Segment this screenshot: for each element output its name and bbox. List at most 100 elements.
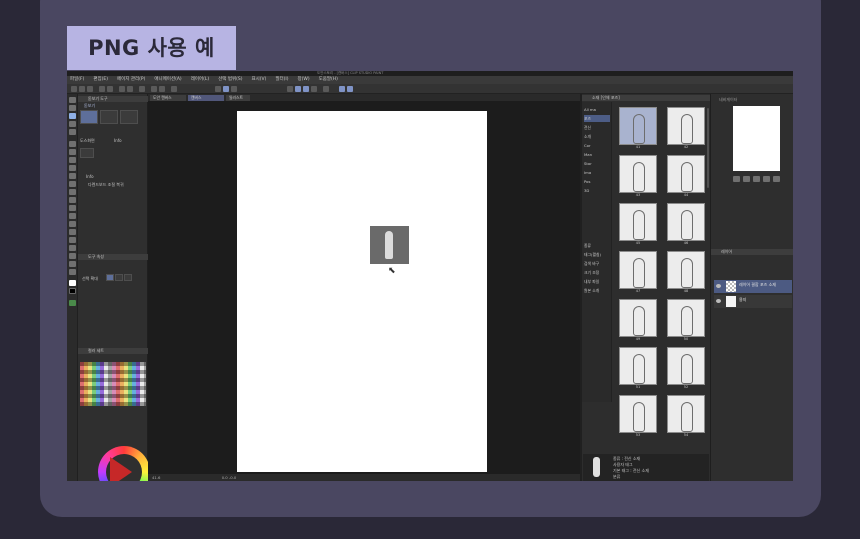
eye-icon[interactable] [716,284,721,288]
save-icon[interactable] [87,86,93,92]
flip-icon[interactable] [773,176,780,182]
navigator-thumbnail[interactable] [733,106,780,171]
menu-edit[interactable]: 편집(E) [93,76,108,84]
zoom-fit-option[interactable] [124,274,132,281]
tree-item[interactable]: 3D [584,187,589,194]
menu-animation[interactable]: 애니메이션(A) [154,76,181,84]
menu-select[interactable]: 선택 범위(S) [218,76,242,84]
pen-tool-icon[interactable] [69,149,76,155]
tree-item[interactable]: Ima [584,169,591,176]
figure-tool-icon[interactable] [69,221,76,227]
grid-snap-icon[interactable] [231,86,237,92]
operation-tool-icon[interactable] [69,113,76,119]
sub-color-swatch[interactable] [69,288,76,294]
move-tool-icon[interactable] [69,105,76,111]
material-cell[interactable]: 54 [667,395,705,437]
clear-icon[interactable] [119,86,125,92]
prop-item[interactable]: 태그(펼침) [584,251,601,258]
menu-filter[interactable]: 필터(I) [275,76,288,84]
layer-row[interactable]: 레이어 결합 포즈 소재 [714,280,792,293]
tree-item[interactable]: 소개 [584,133,591,140]
color-palette[interactable] [80,362,146,406]
menu-view[interactable]: 표시(V) [252,76,267,84]
main-color-swatch[interactable] [69,280,76,286]
brush-tool-icon[interactable] [69,165,76,171]
fill-tool-icon[interactable] [69,205,76,211]
gradient-tool-icon[interactable] [69,213,76,219]
tab-canvas-2[interactable]: 캔버스 [188,95,224,101]
material-cell[interactable]: 49 [619,299,657,341]
layer-row[interactable]: 용지 [714,295,792,308]
subtool-scroll[interactable] [100,110,118,124]
pencil-tool-icon[interactable] [69,157,76,163]
menu-page[interactable]: 페이지 관리(P) [117,76,145,84]
color-ref-icon[interactable] [347,86,353,92]
tab-canvas-3[interactable]: 일러스트 [226,95,250,101]
transparent-color-icon[interactable] [69,300,76,306]
edit-icon[interactable] [287,86,293,92]
material-cell[interactable]: 48 [667,251,705,293]
magic-wand-icon[interactable] [69,129,76,135]
zoom-in-icon[interactable] [743,176,750,182]
tree-item[interactable]: Pos [584,178,590,185]
subtool-option[interactable] [80,148,94,158]
menu-help[interactable]: 도움말(H) [319,76,338,84]
subtool-zoom[interactable] [80,110,98,124]
open-icon[interactable] [79,86,85,92]
material-cell[interactable]: 50 [667,299,705,341]
balloon-tool-icon[interactable] [69,253,76,259]
tree-item[interactable]: Cor [584,142,591,149]
eraser-mode-icon[interactable] [311,86,317,92]
layer-ref-icon[interactable] [323,86,329,92]
zoom-tool-icon[interactable] [69,97,76,103]
material-cell[interactable]: 53 [619,395,657,437]
prop-item[interactable]: 원본 소개 [584,287,599,294]
material-cell[interactable]: 45 [619,203,657,245]
invert-icon[interactable] [159,86,165,92]
crop-icon[interactable] [171,86,177,92]
ruler-snap-icon[interactable] [223,86,229,92]
menu-layer[interactable]: 레이어(L) [191,76,209,84]
tab-canvas-1[interactable]: 도안 캔버스 [150,95,186,101]
material-cell[interactable]: 42 [667,107,705,149]
decoration-tool-icon[interactable] [69,181,76,187]
undo-icon[interactable] [99,86,105,92]
zoom-in-option[interactable] [106,274,114,281]
tree-item[interactable]: 포즈 [584,115,610,122]
frame-tool-icon[interactable] [69,229,76,235]
blend-tool-icon[interactable] [69,197,76,203]
brush-mode-icon[interactable] [303,86,309,92]
zoom-out-option[interactable] [115,274,123,281]
color-triangle[interactable] [110,457,132,481]
fit-icon[interactable] [753,176,760,182]
fill-icon[interactable] [127,86,133,92]
line-correct-icon[interactable] [69,261,76,267]
material-cell[interactable]: 47 [619,251,657,293]
new-icon[interactable] [71,86,77,92]
material-cell[interactable]: 46 [667,203,705,245]
redo-icon[interactable] [107,86,113,92]
snap-icon[interactable] [215,86,221,92]
material-cell[interactable]: 52 [667,347,705,389]
select-tool-icon[interactable] [69,121,76,127]
material-scrollbar[interactable] [707,108,709,188]
ruler-tool-icon[interactable] [69,237,76,243]
eraser-tool-icon[interactable] [69,189,76,195]
material-cell[interactable]: 44 [667,155,705,197]
tree-item[interactable]: Stor [584,160,592,167]
transform-icon[interactable] [139,86,145,92]
subtool-rotate[interactable] [120,110,138,124]
canvas-paper[interactable]: ⬉ [237,111,487,472]
material-cell[interactable]: 41 [619,107,657,149]
subtool-text-4[interactable]: 다렌드보드 조절 복귀 [88,182,124,188]
rotate-icon[interactable] [763,176,770,182]
zoom-out-icon[interactable] [733,176,740,182]
prop-item[interactable]: 검색 바구 [584,260,599,267]
deselect-icon[interactable] [151,86,157,92]
material-cell[interactable]: 43 [619,155,657,197]
text-tool-icon[interactable] [69,245,76,251]
eye-icon[interactable] [716,299,721,303]
tree-item[interactable]: All ma [584,106,596,113]
correction-icon[interactable] [69,269,76,275]
prop-item[interactable]: 내부 파일 [584,278,599,285]
